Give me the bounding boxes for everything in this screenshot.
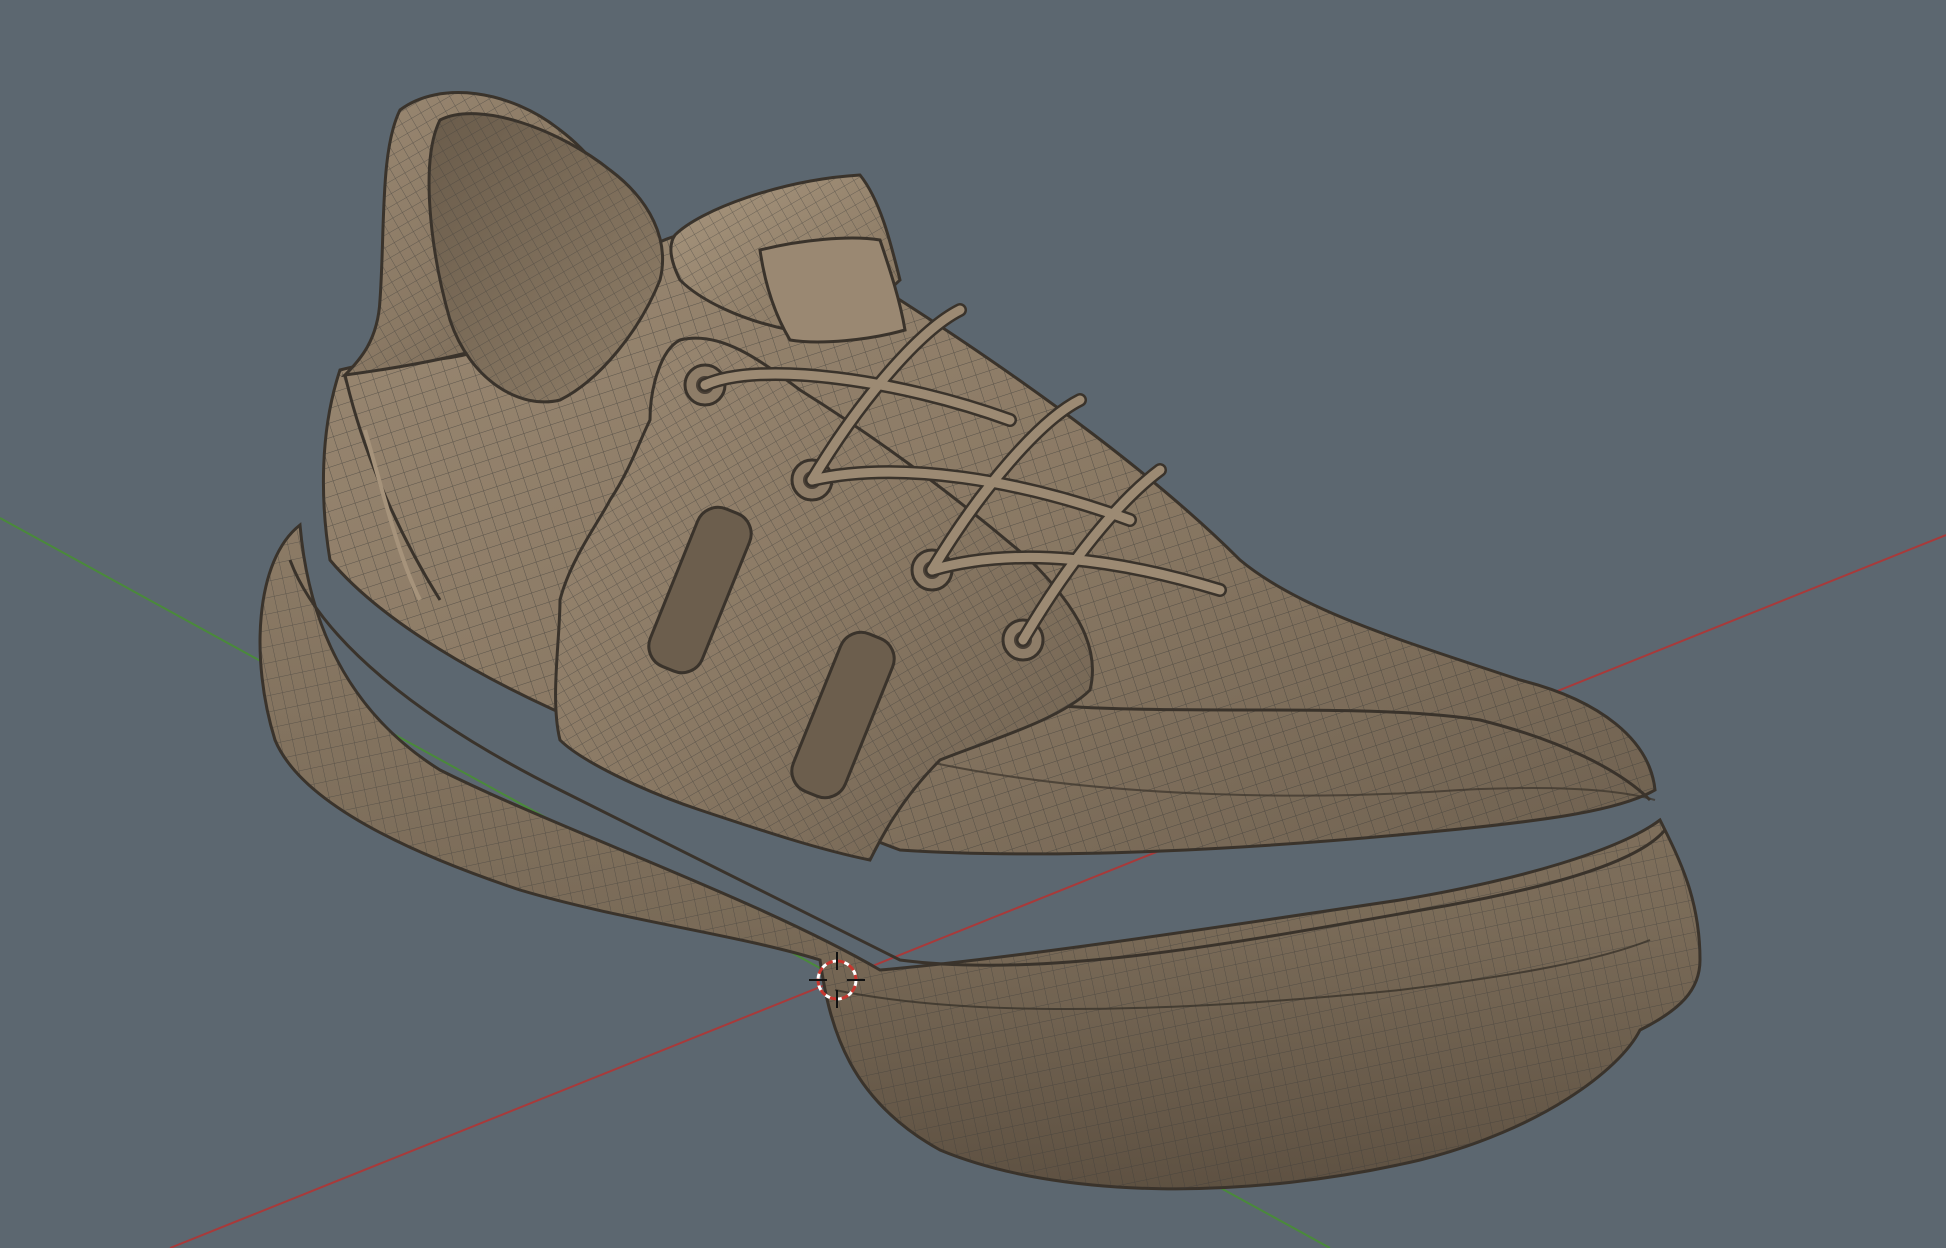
3d-viewport[interactable] bbox=[0, 0, 1946, 1248]
shoe-mesh[interactable] bbox=[258, 91, 1702, 1191]
tongue-pad bbox=[758, 236, 907, 344]
viewport-canvas[interactable] bbox=[0, 0, 1946, 1248]
